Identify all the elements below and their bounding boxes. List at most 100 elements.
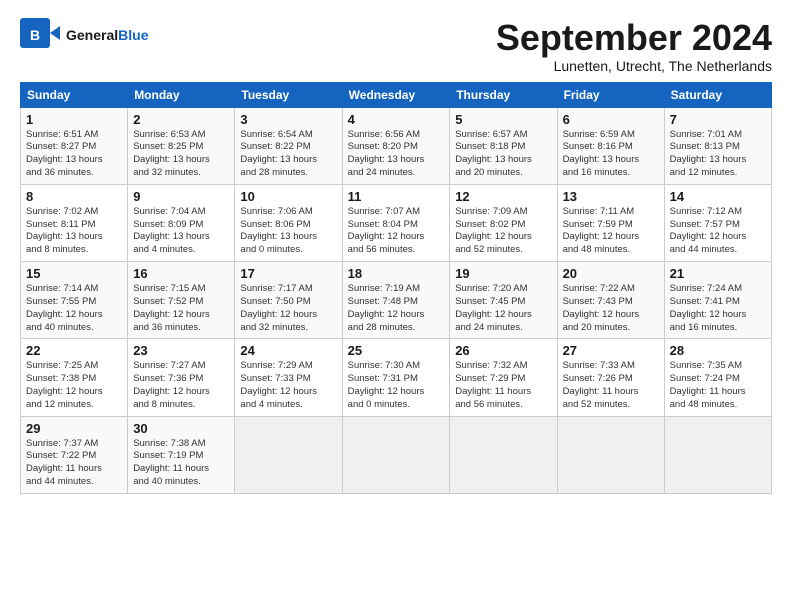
subtitle: Lunetten, Utrecht, The Netherlands [496, 58, 772, 74]
day-number: 8 [26, 189, 122, 204]
weekday-header-saturday: Saturday [664, 82, 771, 107]
calendar-week-5: 29Sunrise: 7:37 AM Sunset: 7:22 PM Dayli… [21, 416, 772, 493]
day-info: Sunrise: 7:12 AM Sunset: 7:57 PM Dayligh… [670, 206, 766, 257]
weekday-header-wednesday: Wednesday [342, 82, 450, 107]
day-info: Sunrise: 6:53 AM Sunset: 8:25 PM Dayligh… [133, 129, 229, 180]
calendar-cell: 19Sunrise: 7:20 AM Sunset: 7:45 PM Dayli… [450, 262, 557, 339]
weekday-header-sunday: Sunday [21, 82, 128, 107]
calendar-cell: 2 Sunrise: 6:53 AM Sunset: 8:25 PM Daylig… [128, 107, 235, 184]
day-number: 22 [26, 343, 122, 358]
calendar-cell [664, 416, 771, 493]
calendar-cell: 30 Sunrise: 7:38 AM Sunset: 7:19 PM Dayli… [128, 416, 235, 493]
day-info: Sunrise: 7:33 AM Sunset: 7:26 PM Dayligh… [563, 360, 659, 411]
day-info: Sunrise: 7:11 AM Sunset: 7:59 PM Dayligh… [563, 206, 659, 257]
weekday-header-friday: Friday [557, 82, 664, 107]
day-info: Sunrise: 7:09 AM Sunset: 8:02 PM Dayligh… [455, 206, 551, 257]
logo: B GeneralBlue [20, 18, 148, 52]
calendar-cell: 23 Sunrise: 7:27 AM Sunset: 7:36 PM Dayli… [128, 339, 235, 416]
calendar-cell: 3 Sunrise: 6:54 AM Sunset: 8:22 PM Daylig… [235, 107, 342, 184]
day-number: 13 [563, 189, 659, 204]
day-number: 24 [240, 343, 336, 358]
day-info: Sunrise: 6:56 AM Sunset: 8:20 PM Dayligh… [348, 129, 445, 180]
weekday-header-thursday: Thursday [450, 82, 557, 107]
calendar-cell: 12 Sunrise: 7:09 AM Sunset: 8:02 PM Dayli… [450, 184, 557, 261]
day-info: Sunrise: 7:06 AM Sunset: 8:06 PM Dayligh… [240, 206, 336, 257]
calendar-cell: 25 Sunrise: 7:30 AM Sunset: 7:31 PM Dayli… [342, 339, 450, 416]
day-info: Sunrise: 7:17 AM Sunset: 7:50 PM Dayligh… [240, 283, 336, 334]
calendar-cell [450, 416, 557, 493]
day-number: 12 [455, 189, 551, 204]
day-number: 14 [670, 189, 766, 204]
day-info: Sunrise: 7:27 AM Sunset: 7:36 PM Dayligh… [133, 360, 229, 411]
day-info: Sunrise: 7:24 AM Sunset: 7:41 PM Dayligh… [670, 283, 766, 334]
calendar-cell: 20 Sunrise: 7:22 AM Sunset: 7:43 PM Dayli… [557, 262, 664, 339]
day-number: 5 [455, 112, 551, 127]
day-info: Sunrise: 7:20 AM Sunset: 7:45 PM Dayligh… [455, 283, 551, 334]
day-number: 25 [348, 343, 445, 358]
calendar-cell [235, 416, 342, 493]
calendar-cell: 7 Sunrise: 7:01 AM Sunset: 8:13 PM Daylig… [664, 107, 771, 184]
day-number: 27 [563, 343, 659, 358]
day-info: Sunrise: 7:14 AM Sunset: 7:55 PM Dayligh… [26, 283, 122, 334]
calendar-cell: 8 Sunrise: 7:02 AM Sunset: 8:11 PM Daylig… [21, 184, 128, 261]
calendar-cell [342, 416, 450, 493]
calendar-cell: 15 Sunrise: 7:14 AM Sunset: 7:55 PM Dayli… [21, 262, 128, 339]
logo-icon: B [20, 18, 60, 52]
day-info: Sunrise: 7:29 AM Sunset: 7:33 PM Dayligh… [240, 360, 336, 411]
day-info: Sunrise: 7:04 AM Sunset: 8:09 PM Dayligh… [133, 206, 229, 257]
calendar-cell: 17Sunrise: 7:17 AM Sunset: 7:50 PM Dayli… [235, 262, 342, 339]
logo-text-block: GeneralBlue [66, 27, 148, 44]
calendar-cell: 21Sunrise: 7:24 AM Sunset: 7:41 PM Dayli… [664, 262, 771, 339]
day-number: 7 [670, 112, 766, 127]
day-number: 16 [133, 266, 229, 281]
day-info: Sunrise: 7:19 AM Sunset: 7:48 PM Dayligh… [348, 283, 445, 334]
day-number: 28 [670, 343, 766, 358]
calendar-cell: 26 Sunrise: 7:32 AM Sunset: 7:29 PM Dayli… [450, 339, 557, 416]
calendar-cell [557, 416, 664, 493]
calendar-week-4: 22 Sunrise: 7:25 AM Sunset: 7:38 PM Dayli… [21, 339, 772, 416]
day-number: 2 [133, 112, 229, 127]
logo-blue: Blue [118, 27, 148, 43]
day-number: 6 [563, 112, 659, 127]
day-info: Sunrise: 6:59 AM Sunset: 8:16 PM Dayligh… [563, 129, 659, 180]
calendar-cell: 6 Sunrise: 6:59 AM Sunset: 8:16 PM Daylig… [557, 107, 664, 184]
weekday-header-monday: Monday [128, 82, 235, 107]
day-number: 4 [348, 112, 445, 127]
day-info: Sunrise: 7:22 AM Sunset: 7:43 PM Dayligh… [563, 283, 659, 334]
day-number: 1 [26, 112, 122, 127]
day-info: Sunrise: 6:57 AM Sunset: 8:18 PM Dayligh… [455, 129, 551, 180]
day-info: Sunrise: 7:38 AM Sunset: 7:19 PM Dayligh… [133, 438, 229, 489]
day-number: 26 [455, 343, 551, 358]
day-info: Sunrise: 7:15 AM Sunset: 7:52 PM Dayligh… [133, 283, 229, 334]
weekday-header-row: SundayMondayTuesdayWednesdayThursdayFrid… [21, 82, 772, 107]
day-number: 30 [133, 421, 229, 436]
day-info: Sunrise: 7:25 AM Sunset: 7:38 PM Dayligh… [26, 360, 122, 411]
month-title: September 2024 [496, 18, 772, 58]
day-info: Sunrise: 6:54 AM Sunset: 8:22 PM Dayligh… [240, 129, 336, 180]
day-info: Sunrise: 7:30 AM Sunset: 7:31 PM Dayligh… [348, 360, 445, 411]
day-number: 15 [26, 266, 122, 281]
calendar-cell: 10 Sunrise: 7:06 AM Sunset: 8:06 PM Dayli… [235, 184, 342, 261]
calendar-cell: 9Sunrise: 7:04 AM Sunset: 8:09 PM Daylig… [128, 184, 235, 261]
day-number: 23 [133, 343, 229, 358]
calendar-week-1: 1Sunrise: 6:51 AM Sunset: 8:27 PM Daylig… [21, 107, 772, 184]
day-number: 20 [563, 266, 659, 281]
svg-text:B: B [30, 27, 40, 43]
day-info: Sunrise: 7:01 AM Sunset: 8:13 PM Dayligh… [670, 129, 766, 180]
calendar-cell: 22 Sunrise: 7:25 AM Sunset: 7:38 PM Dayli… [21, 339, 128, 416]
weekday-header-tuesday: Tuesday [235, 82, 342, 107]
day-info: Sunrise: 7:02 AM Sunset: 8:11 PM Dayligh… [26, 206, 122, 257]
day-number: 3 [240, 112, 336, 127]
calendar-cell: 13 Sunrise: 7:11 AM Sunset: 7:59 PM Dayli… [557, 184, 664, 261]
day-info: Sunrise: 7:07 AM Sunset: 8:04 PM Dayligh… [348, 206, 445, 257]
calendar-cell: 1Sunrise: 6:51 AM Sunset: 8:27 PM Daylig… [21, 107, 128, 184]
calendar-cell: 27 Sunrise: 7:33 AM Sunset: 7:26 PM Dayli… [557, 339, 664, 416]
calendar-cell: 11 Sunrise: 7:07 AM Sunset: 8:04 PM Dayli… [342, 184, 450, 261]
title-block: September 2024 Lunetten, Utrecht, The Ne… [496, 18, 772, 74]
day-number: 11 [348, 189, 445, 204]
day-number: 10 [240, 189, 336, 204]
calendar-week-3: 15 Sunrise: 7:14 AM Sunset: 7:55 PM Dayli… [21, 262, 772, 339]
day-info: Sunrise: 7:37 AM Sunset: 7:22 PM Dayligh… [26, 438, 122, 489]
calendar-cell: 16 Sunrise: 7:15 AM Sunset: 7:52 PM Dayli… [128, 262, 235, 339]
day-info: Sunrise: 7:32 AM Sunset: 7:29 PM Dayligh… [455, 360, 551, 411]
